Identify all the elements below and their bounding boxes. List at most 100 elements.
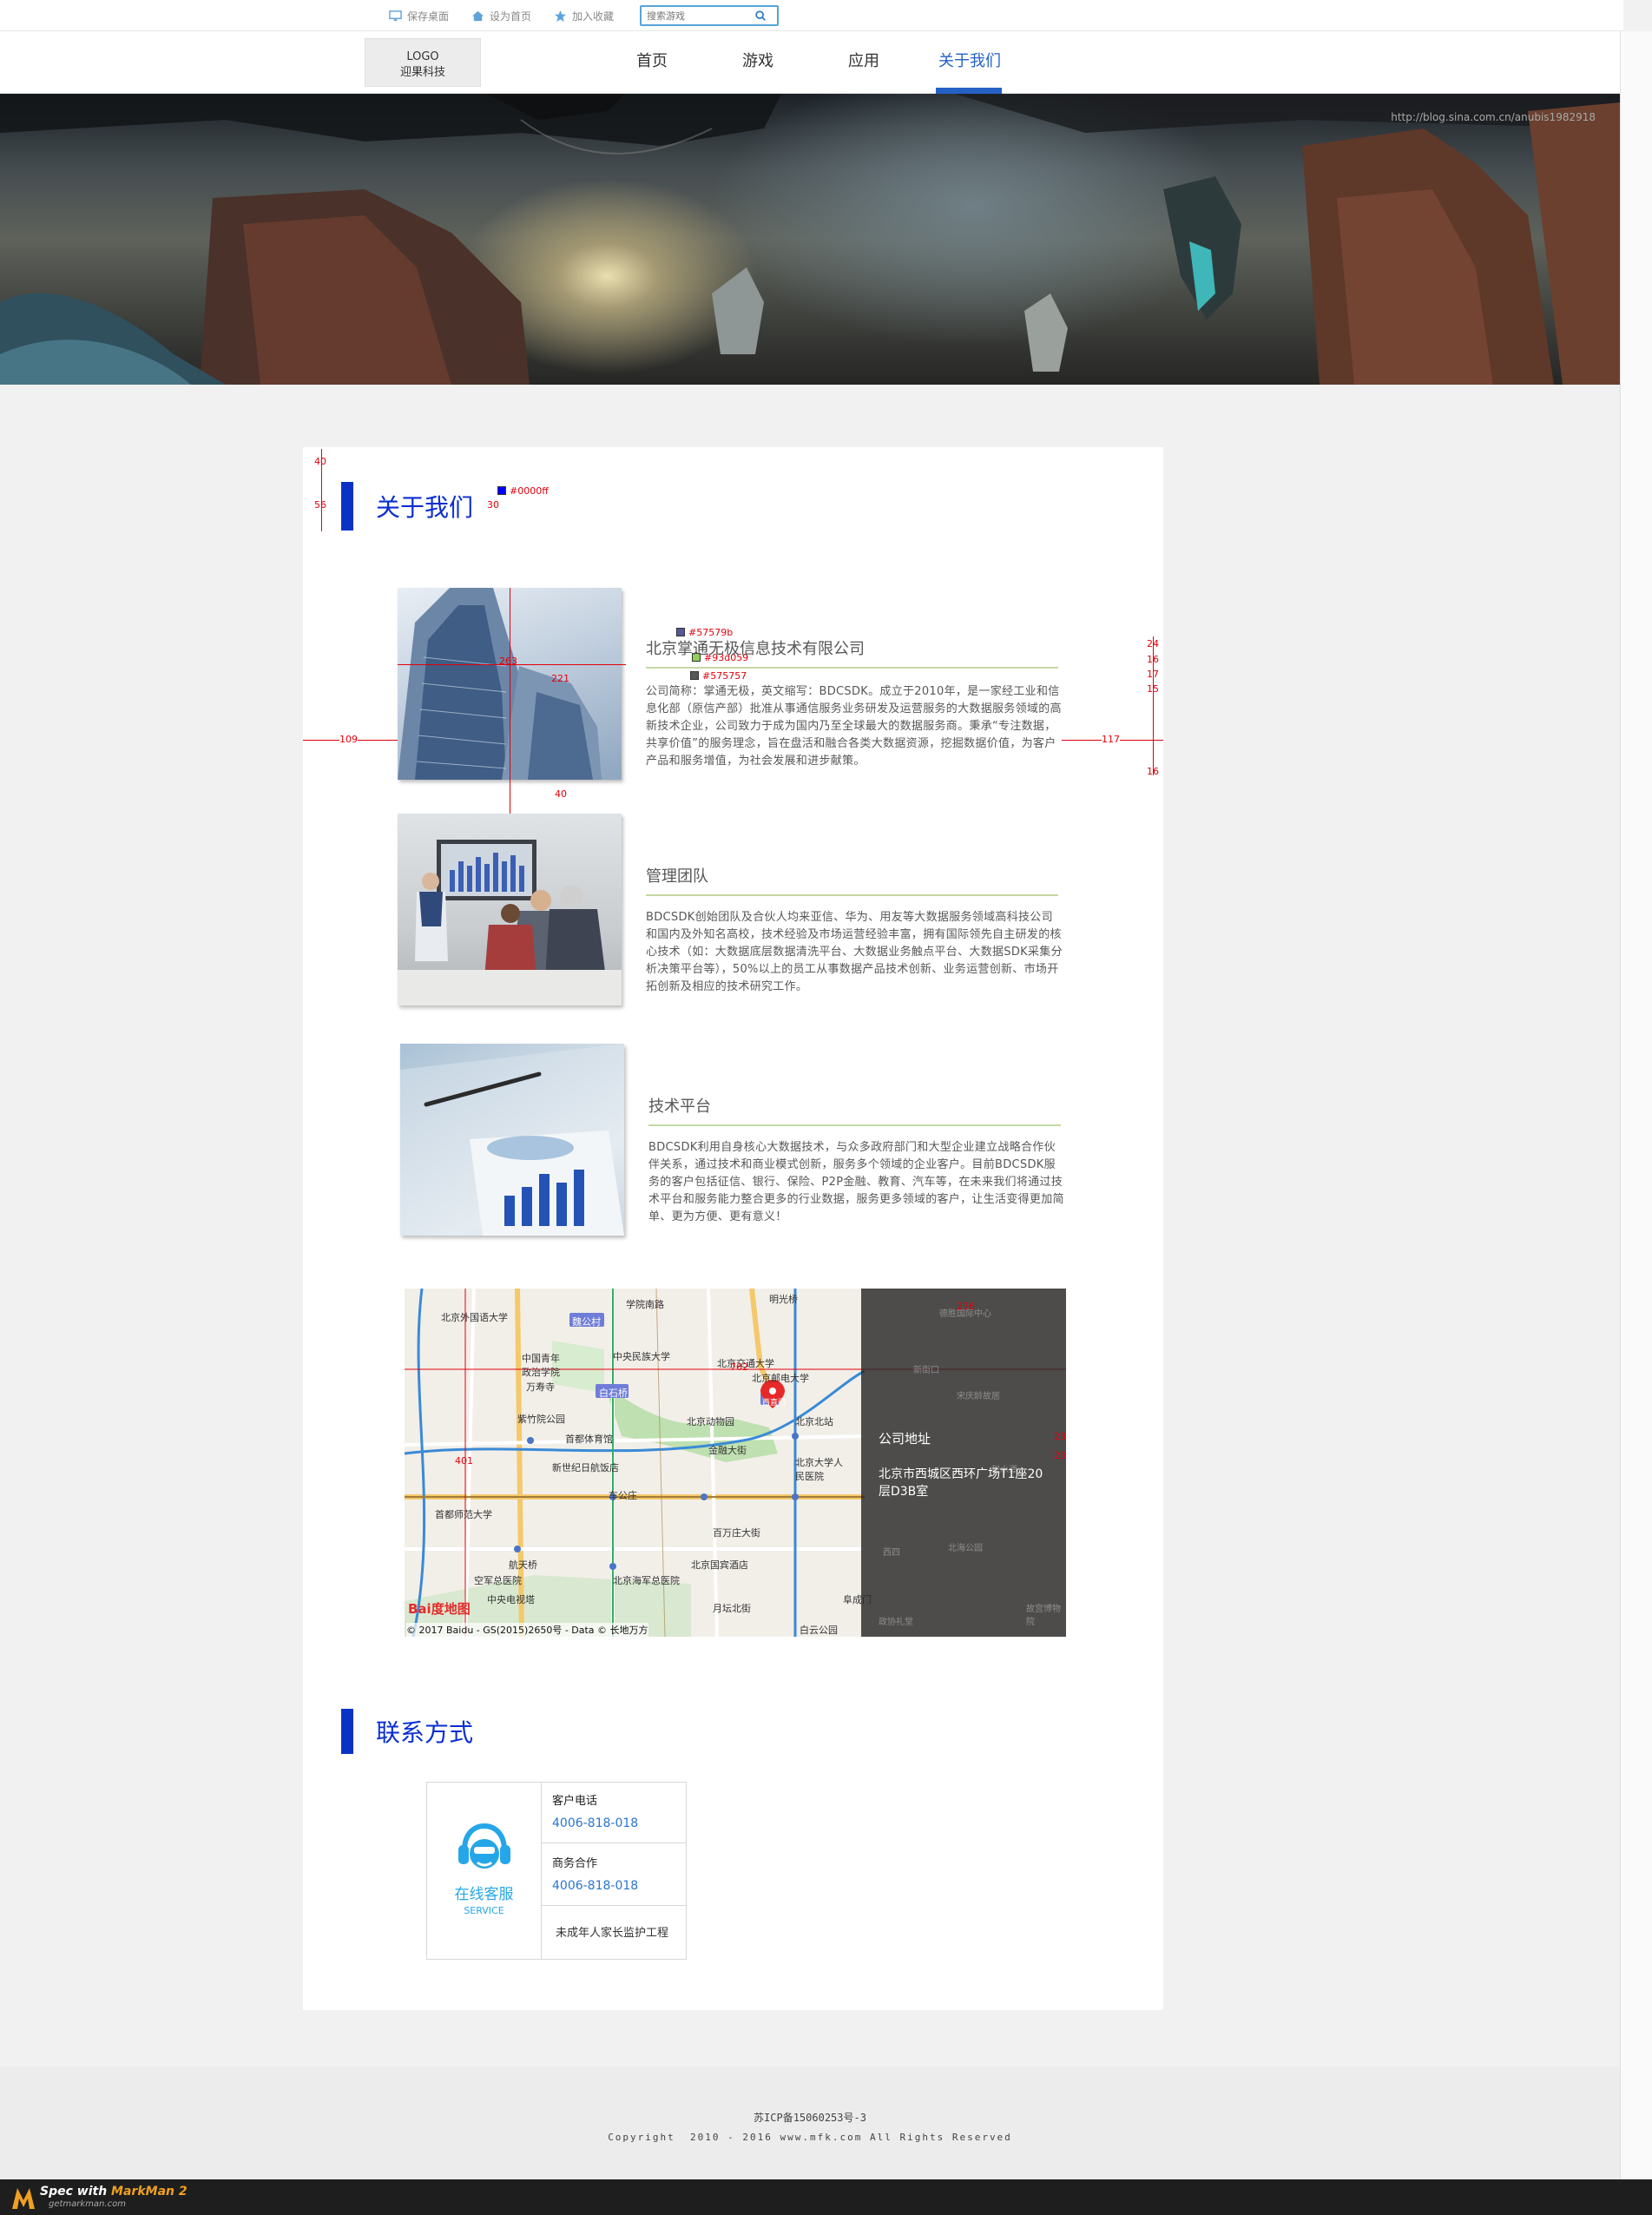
nav-menu: 首页 游戏 应用 关于我们 bbox=[599, 31, 1023, 94]
meeting-photo bbox=[398, 814, 622, 1005]
biz-phone[interactable]: 4006-818-018 bbox=[552, 1879, 686, 1893]
map-label: 中国青年政治学院 bbox=[522, 1353, 560, 1378]
markman-text: Spec with MarkMan 2 bbox=[40, 2185, 188, 2199]
save-desktop-link[interactable]: 保存桌面 bbox=[389, 9, 449, 23]
biz-label: 商务合作 bbox=[552, 1857, 598, 1870]
nav-item-games[interactable]: 游戏 bbox=[705, 31, 811, 94]
map-label: 西直门 bbox=[762, 1399, 787, 1407]
footer: 苏ICP备15060253号-3 Copyright 2010 - 2016 w… bbox=[0, 2067, 1620, 2179]
spec-title-gap: 40 bbox=[314, 456, 326, 467]
swatch-text bbox=[690, 671, 699, 680]
platform-text: BDCSDK利用自身核心大数据技术，与众多政府部门和大型企业建立战略合作伙伴关系… bbox=[648, 1141, 1064, 1223]
map-label: 新街口 bbox=[913, 1366, 939, 1375]
main-nav: LOGO 迎果科技 首页 游戏 应用 关于我们 bbox=[0, 31, 1623, 94]
map-label: 金融大街 bbox=[708, 1445, 747, 1456]
meeting-illustration bbox=[398, 840, 622, 1005]
spec-map-height: 401 bbox=[455, 1455, 473, 1467]
nav-item-home[interactable]: 首页 bbox=[599, 31, 705, 94]
company-name: 北京掌通无极信息技术有限公司 bbox=[646, 640, 865, 658]
map-copyright: © 2017 Baidu - GS(2015)2650号 - Data © 长地… bbox=[406, 1623, 648, 1637]
contact-title: 联系方式 bbox=[376, 1718, 474, 1747]
map-label: 月坛北街 bbox=[713, 1603, 751, 1614]
add-favorite-label: 加入收藏 bbox=[572, 10, 615, 23]
online-service[interactable]: 在线客服 SERVICE bbox=[427, 1783, 542, 1959]
spec-title-color: #0000ff bbox=[510, 485, 549, 497]
swatch-blue bbox=[497, 486, 506, 495]
map-label: 北京大学人民医院 bbox=[795, 1457, 843, 1482]
spec-img-width: 263 bbox=[499, 656, 517, 667]
team-title: 管理团队 bbox=[646, 867, 708, 886]
map-label: 北京国宾酒店 bbox=[691, 1559, 748, 1571]
hero-banner: http://blog.sina.com.cn/anubis1982918 bbox=[0, 94, 1620, 385]
search-icon[interactable] bbox=[754, 10, 767, 22]
divider bbox=[646, 667, 1058, 669]
map-label: 中央电视塔 bbox=[487, 1594, 535, 1605]
set-home-link[interactable]: 设为首页 bbox=[471, 9, 531, 23]
search-input[interactable] bbox=[642, 10, 755, 22]
map-label: 百万庄大街 bbox=[713, 1527, 760, 1539]
headset-icon bbox=[457, 1823, 510, 1869]
map-label: 北京海军总医院 bbox=[613, 1575, 680, 1586]
monitor-icon bbox=[389, 10, 402, 21]
phone-cell: 客户电话 4006-818-018 bbox=[542, 1783, 686, 1843]
icp-text: 苏ICP备15060253号-3 bbox=[754, 2112, 866, 2124]
map-label: 北京外国语大学 bbox=[441, 1312, 508, 1323]
guardian-link[interactable]: 未成年人家长监护工程 bbox=[556, 1923, 686, 1940]
markman-bar: Spec with MarkMan 2 getmarkman.com bbox=[0, 2179, 1652, 2215]
logo[interactable]: LOGO 迎果科技 bbox=[365, 38, 481, 87]
map-label: 车公庄 bbox=[609, 1490, 637, 1501]
online-service-sub: SERVICE bbox=[464, 1905, 504, 1916]
baidu-logo: Bai度地图 bbox=[408, 1601, 471, 1617]
copyright-text: Copyright 2010 - 2016 www.mfk.com All Ri… bbox=[608, 2132, 1012, 2143]
logo-company: 迎果科技 bbox=[399, 66, 445, 79]
spec-space-2: 16 bbox=[1147, 654, 1159, 665]
phone-label: 客户电话 bbox=[552, 1795, 598, 1808]
markman-logo-icon bbox=[12, 2188, 35, 2209]
divider bbox=[648, 1124, 1061, 1126]
map-label: 万寿寺 bbox=[526, 1381, 555, 1393]
address-title: 公司地址 bbox=[879, 1431, 931, 1447]
map-label: 空军总医院 bbox=[474, 1575, 522, 1586]
online-service-label: 在线客服 bbox=[454, 1886, 514, 1903]
map-label: 学院南路 bbox=[626, 1299, 664, 1310]
spec-side-b: 23 bbox=[1054, 1450, 1066, 1461]
map-label: 宋庆龄故居 bbox=[957, 1392, 1000, 1401]
spec-space-1: 24 bbox=[1147, 638, 1159, 649]
guardian-cell: 未成年人家长监护工程 bbox=[542, 1906, 686, 1959]
map-label: 北京邮电大学 bbox=[752, 1373, 809, 1384]
spec-space-5: 16 bbox=[1147, 766, 1159, 777]
spec-gap-left: 109 bbox=[339, 734, 358, 745]
search-box bbox=[640, 5, 780, 26]
spec-gap-below: 40 bbox=[555, 788, 567, 800]
phone-number[interactable]: 4006-818-018 bbox=[552, 1816, 686, 1830]
banner-scenery bbox=[0, 94, 1620, 385]
nav-item-apps[interactable]: 应用 bbox=[811, 31, 917, 94]
spec-map-width: 762 bbox=[730, 1361, 748, 1373]
map-label: 北海公园 bbox=[948, 1544, 983, 1553]
spec-gap-right: 117 bbox=[1102, 734, 1120, 745]
map-label: 北京动物园 bbox=[687, 1416, 734, 1427]
spec-space-4: 15 bbox=[1147, 683, 1159, 695]
add-favorite-link[interactable]: 加入收藏 bbox=[554, 9, 614, 23]
map-label: 首都师范大学 bbox=[435, 1509, 492, 1520]
platform-illustration bbox=[400, 1044, 624, 1236]
map-label: 政协礼堂 bbox=[879, 1618, 913, 1627]
biz-cell: 商务合作 4006-818-018 bbox=[542, 1843, 686, 1906]
home-icon bbox=[471, 10, 484, 21]
nav-item-about[interactable]: 关于我们 bbox=[917, 31, 1023, 94]
content-panel: 关于我们 40 56 #0000ff 30 263 221 109 40 117… bbox=[303, 447, 1163, 2010]
map-label: 白云公园 bbox=[800, 1625, 838, 1636]
top-utility-bar: 保存桌面 设为首页 加入收藏 bbox=[0, 0, 1623, 31]
spec-img-height: 221 bbox=[551, 673, 569, 684]
banner-watermark: http://blog.sina.com.cn/anubis1982918 bbox=[1391, 111, 1596, 123]
map-label: 明光桥 bbox=[769, 1294, 798, 1305]
address-text: 北京市西城区西环广场T1座20层D3B室 bbox=[879, 1467, 1043, 1499]
about-title: 关于我们 bbox=[376, 493, 474, 522]
title-accent-bar bbox=[341, 482, 353, 531]
page-scrollbar[interactable] bbox=[1620, 31, 1652, 2185]
company-map[interactable]: 北京外国语大学 学院南路 明光桥 魏公村 北京交通大学 中国青年政治学院 中央民… bbox=[405, 1289, 1066, 1637]
map-label: 紫竹院公园 bbox=[517, 1414, 565, 1425]
divider bbox=[646, 894, 1058, 896]
map-label: 故宫博物院 bbox=[1026, 1605, 1061, 1627]
platform-photo bbox=[400, 1044, 624, 1236]
